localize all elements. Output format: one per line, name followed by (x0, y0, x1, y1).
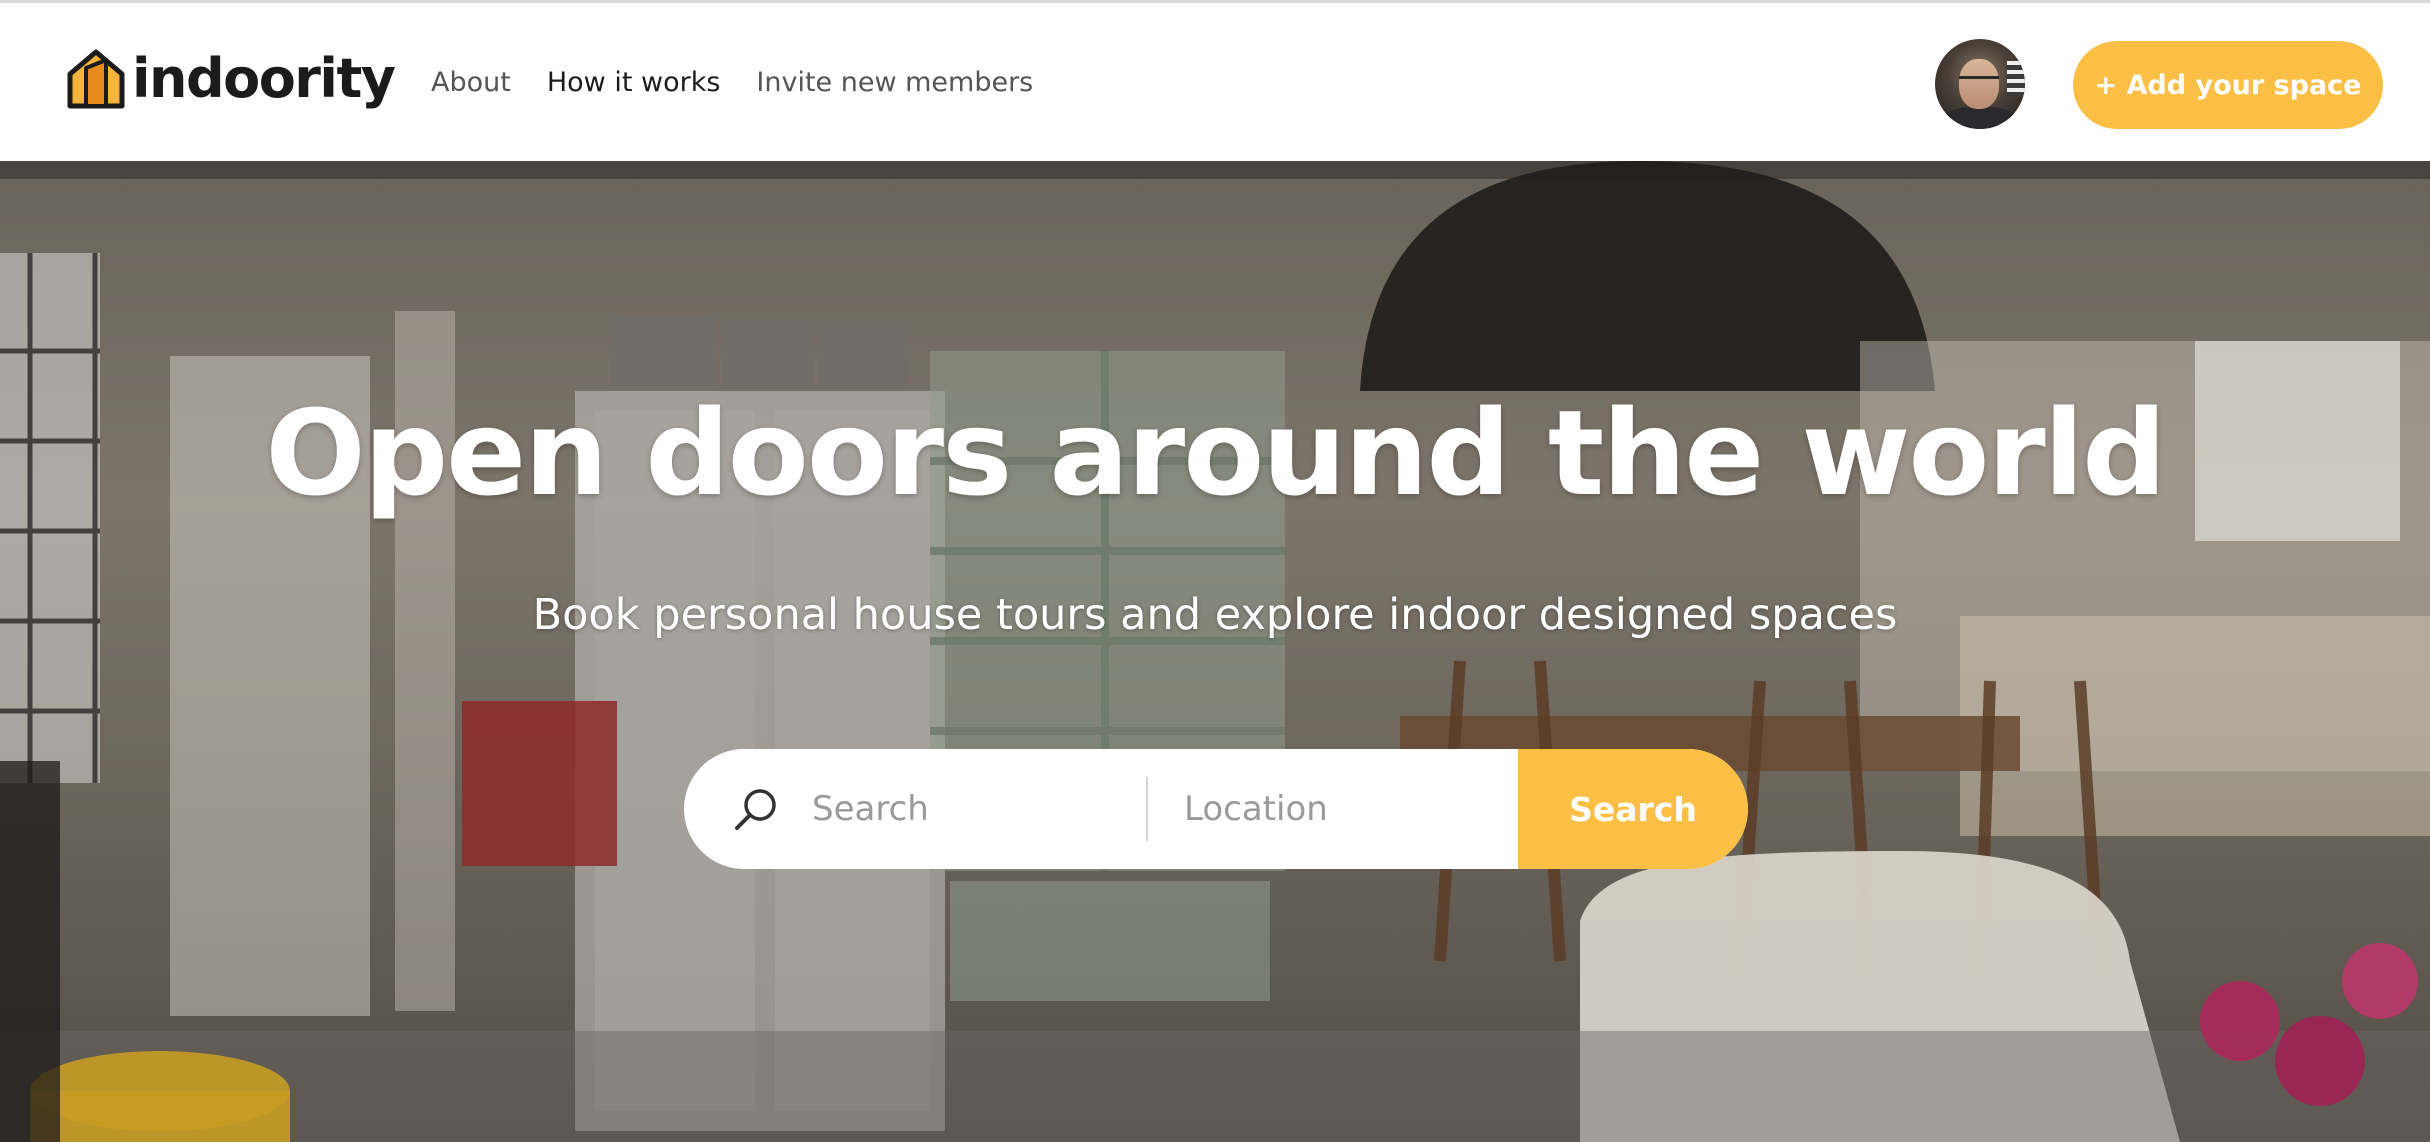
house-door-icon (67, 49, 125, 109)
top-navigation-bar: indoority About How it works Invite new … (0, 3, 2430, 161)
avatar-background-detail (2007, 61, 2025, 97)
nav-link-about[interactable]: About (431, 65, 511, 101)
nav-link-how-it-works[interactable]: How it works (547, 65, 721, 101)
search-button[interactable]: Search (1518, 749, 1748, 869)
main-nav: About How it works Invite new members (431, 65, 1033, 101)
search-icon (735, 789, 776, 830)
brand-logo[interactable]: indoority (66, 47, 396, 110)
add-your-space-button[interactable]: + Add your space (2073, 41, 2383, 129)
hero-section: Open doors around the world Book persona… (0, 161, 2430, 1142)
hero-background-image (0, 161, 2430, 1142)
search-bar: Search (684, 749, 1748, 869)
search-input[interactable] (812, 779, 1112, 839)
avatar-shirt (1943, 107, 2017, 129)
hero-subtitle: Book personal house tours and explore in… (532, 590, 1898, 640)
avatar-glasses (1959, 76, 1999, 84)
avatar-face (1959, 59, 1999, 109)
hero-title: Open doors around the world (265, 384, 2166, 522)
search-divider (1146, 777, 1148, 841)
location-input[interactable] (1184, 779, 1474, 839)
user-avatar[interactable] (1935, 39, 2025, 129)
nav-link-invite-members[interactable]: Invite new members (756, 65, 1033, 101)
brand-name: indoority (132, 47, 396, 110)
